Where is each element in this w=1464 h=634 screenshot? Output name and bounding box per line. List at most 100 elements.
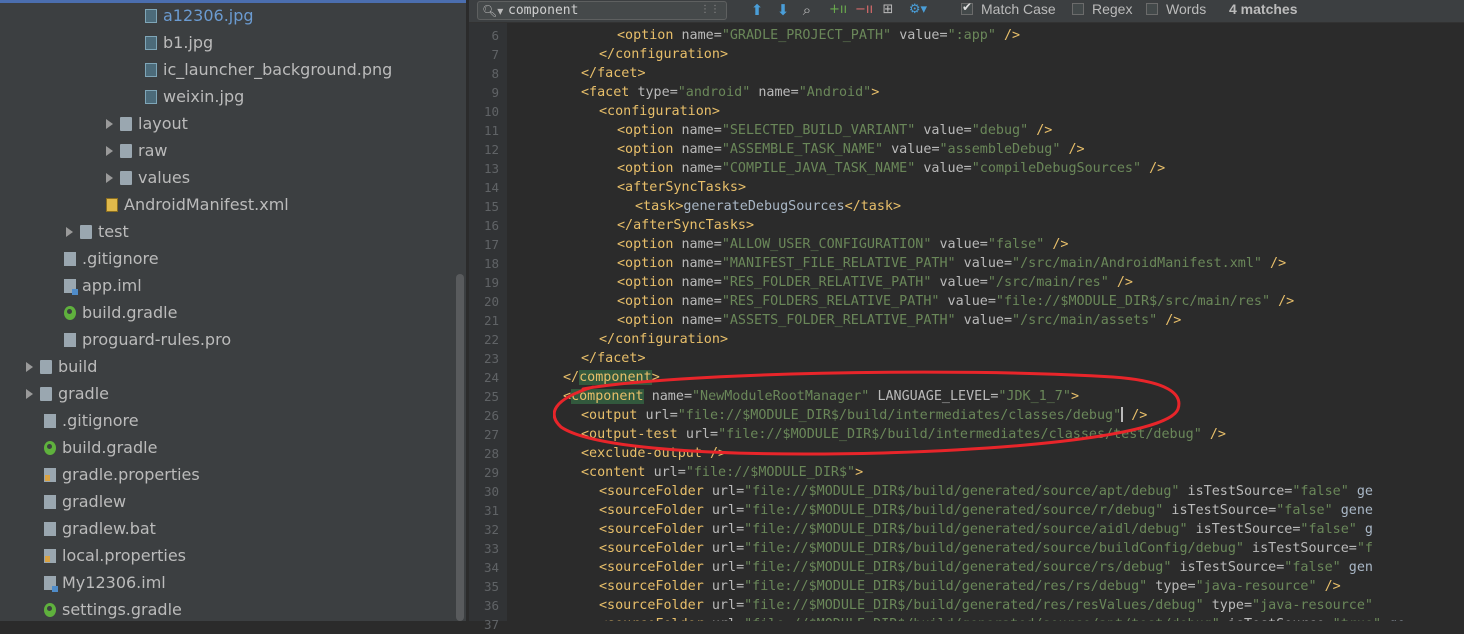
expand-arrow-icon[interactable] [106, 145, 113, 156]
line-number-gutter[interactable]: 6 7 8 9 10 11 12 13 14 15 16 17 18 19 20 21 22 23 24 25 26 27… [469, 23, 507, 632]
tree-item[interactable]: proguard-rules.pro [64, 326, 231, 353]
tree-item[interactable]: .gitignore [44, 407, 139, 434]
line-number: 17 [483, 237, 499, 252]
regex-label[interactable]: Regex [1092, 0, 1132, 20]
code-line[interactable]: <exclude-output /> [581, 444, 726, 463]
code-editor[interactable]: <option name="GRADLE_PROJECT_PATH" value… [507, 23, 1464, 621]
tree-item[interactable]: app.iml [64, 272, 142, 299]
code-line[interactable]: <option name="RES_FOLDER_RELATIVE_PATH" … [617, 273, 1133, 292]
tree-item[interactable]: AndroidManifest.xml [106, 191, 289, 218]
image-file-icon [145, 8, 157, 23]
find-search-box[interactable]: 🔍︎▾ ⋮⋮ [477, 1, 727, 20]
tree-item-label: AndroidManifest.xml [124, 195, 289, 214]
tree-item[interactable]: a12306.jpg [145, 2, 254, 29]
code-line[interactable]: <component name="NewModuleRootManager" L… [563, 387, 1079, 406]
code-line[interactable]: <output-test url="file://$MODULE_DIR$/bu… [581, 425, 1226, 444]
words-checkbox[interactable] [1146, 3, 1158, 15]
select-all-occurrences-icon[interactable]: ⊞ [879, 0, 897, 20]
line-number: 29 [483, 465, 499, 480]
code-line[interactable]: <sourceFolder url="file://$MODULE_DIR$/b… [599, 539, 1373, 558]
match-case-checkbox[interactable] [961, 0, 973, 15]
tree-item-label: raw [138, 141, 168, 160]
code-line[interactable]: <option name="ASSEMBLE_TASK_NAME" value=… [617, 140, 1085, 159]
folder-icon [120, 143, 132, 158]
tree-item[interactable]: layout [106, 110, 188, 137]
code-line[interactable]: <option name="MANIFEST_FILE_RELATIVE_PAT… [617, 254, 1286, 273]
code-line[interactable]: <sourceFolder url="file://$MODULE_DIR$/b… [599, 501, 1373, 520]
tree-item[interactable]: build [26, 353, 97, 380]
expand-arrow-icon[interactable] [26, 388, 33, 399]
tree-item[interactable]: local.properties [44, 542, 186, 569]
code-line[interactable]: <option name="ASSETS_FOLDER_RELATIVE_PAT… [617, 311, 1181, 330]
line-number: 10 [483, 104, 499, 119]
tree-item[interactable]: .gitignore [64, 245, 159, 272]
code-line[interactable]: <configuration> [599, 102, 720, 121]
code-line[interactable]: <content url="file://$MODULE_DIR$"> [581, 463, 863, 482]
code-line[interactable]: </configuration> [599, 330, 728, 349]
code-line[interactable]: </configuration> [599, 45, 728, 64]
code-line[interactable]: <sourceFolder url="file://$MODULE_DIR$/b… [599, 615, 1405, 621]
tree-item[interactable]: values [106, 164, 190, 191]
tree-scrollbar[interactable] [456, 274, 464, 621]
tree-item[interactable]: build.gradle [44, 434, 157, 461]
code-line[interactable]: <task>generateDebugSources</task> [635, 197, 901, 216]
tree-item[interactable]: gradle.properties [44, 461, 200, 488]
tree-item-label: gradle [58, 384, 109, 403]
tree-item[interactable]: gradle [26, 380, 109, 407]
expand-arrow-icon[interactable] [106, 118, 113, 129]
tree-item[interactable]: weixin.jpg [145, 83, 244, 110]
expand-arrow-icon[interactable] [66, 226, 73, 237]
remove-occurrence-icon[interactable]: −ıı [855, 0, 873, 20]
words-label[interactable]: Words [1166, 0, 1206, 20]
line-number: 6 [491, 28, 499, 43]
code-line[interactable]: <option name="SELECTED_BUILD_VARIANT" va… [617, 121, 1052, 140]
filter-settings-icon[interactable]: ⚙▾ [907, 0, 929, 20]
tree-item[interactable]: ic_launcher_background.png [145, 56, 392, 83]
tree-item[interactable]: gradlew.bat [44, 515, 156, 542]
code-line[interactable]: <afterSyncTasks> [617, 178, 746, 197]
code-line[interactable]: <option name="RES_FOLDERS_RELATIVE_PATH"… [617, 292, 1294, 311]
tree-item[interactable]: build.gradle [64, 299, 177, 326]
code-line[interactable]: <sourceFolder url="file://$MODULE_DIR$/b… [599, 558, 1373, 577]
tree-item[interactable]: test [66, 218, 129, 245]
search-match: component [579, 370, 652, 385]
text-file-icon [44, 521, 56, 536]
expand-arrow-icon[interactable] [106, 172, 113, 183]
find-input[interactable] [508, 2, 698, 19]
tree-item-label: settings.gradle [62, 600, 182, 619]
code-line[interactable]: <facet type="android" name="Android"> [581, 83, 879, 102]
code-line[interactable]: </component> [563, 368, 660, 387]
next-occurrence-icon[interactable]: ⬇ [775, 0, 791, 20]
code-line[interactable]: </afterSyncTasks> [617, 216, 754, 235]
search-history-icon[interactable]: ⋮⋮ [700, 4, 720, 15]
code-line[interactable]: <sourceFolder url="file://$MODULE_DIR$/b… [599, 577, 1341, 596]
folder-icon [40, 386, 52, 401]
code-line[interactable]: </facet> [581, 64, 646, 83]
gradle-icon [44, 602, 56, 617]
line-number: 16 [483, 218, 499, 233]
search-icon[interactable]: 🔍︎▾ [482, 4, 503, 18]
tree-item[interactable]: settings.gradle [44, 596, 182, 621]
find-all-icon[interactable]: ⌕ [799, 0, 815, 20]
match-case-label[interactable]: Match Case [981, 0, 1056, 20]
tree-item[interactable]: b1.jpg [145, 29, 213, 56]
code-line[interactable]: <option name="ALLOW_USER_CONFIGURATION" … [617, 235, 1068, 254]
code-line[interactable]: <sourceFolder url="file://$MODULE_DIR$/b… [599, 520, 1373, 539]
tree-item[interactable]: raw [106, 137, 167, 164]
tree-item[interactable]: My12306.iml [44, 569, 166, 596]
line-number: 24 [483, 370, 499, 385]
code-line[interactable]: <output url="file://$MODULE_DIR$/build/i… [581, 406, 1147, 425]
code-line[interactable]: <sourceFolder url="file://$MODULE_DIR$/b… [599, 596, 1373, 615]
add-occurrence-icon[interactable]: +ıı [829, 0, 847, 20]
code-line[interactable]: <option name="GRADLE_PROJECT_PATH" value… [617, 26, 1020, 45]
regex-checkbox[interactable] [1072, 3, 1084, 15]
code-line[interactable]: </facet> [581, 349, 646, 368]
code-line[interactable]: <sourceFolder url="file://$MODULE_DIR$/b… [599, 482, 1373, 501]
tree-item-label: gradlew [62, 492, 127, 511]
tree-item[interactable]: gradlew [44, 488, 126, 515]
previous-occurrence-icon[interactable]: ⬆ [749, 0, 765, 20]
expand-arrow-icon[interactable] [26, 361, 33, 372]
line-number: 19 [483, 275, 499, 290]
code-line[interactable]: <option name="COMPILE_JAVA_TASK_NAME" va… [617, 159, 1165, 178]
search-match: component [571, 389, 644, 404]
